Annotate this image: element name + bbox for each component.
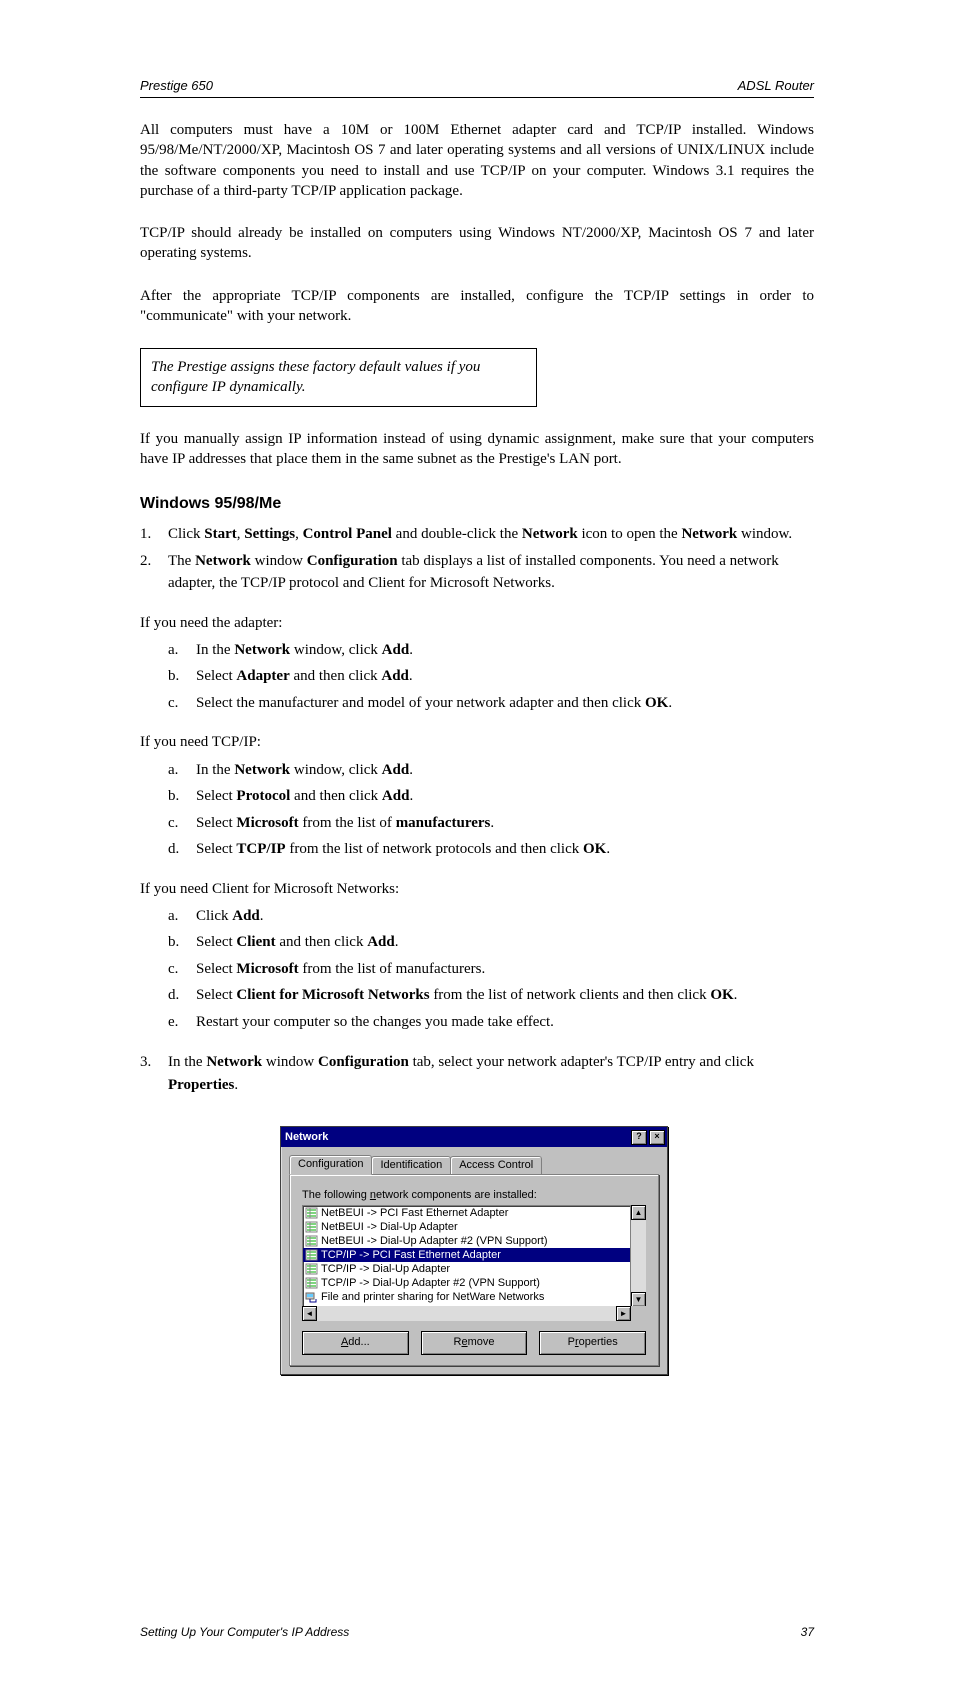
tab-configuration[interactable]: Configuration bbox=[289, 1155, 372, 1175]
sub-lead-client: If you need Client for Microsoft Network… bbox=[140, 879, 814, 899]
factory-defaults-note: The Prestige assigns these factory defau… bbox=[140, 348, 537, 407]
substeps-adapter: a.In the Network window, click Add. b.Se… bbox=[168, 639, 814, 715]
protocol-icon bbox=[305, 1263, 318, 1275]
add-button[interactable]: Add... bbox=[302, 1331, 409, 1355]
footer-page-number: 37 bbox=[801, 1625, 814, 1639]
substep-b: b.Select Client and then click Add. bbox=[168, 931, 814, 954]
scroll-down-button[interactable]: ▼ bbox=[631, 1292, 646, 1307]
list-item[interactable]: NetBEUI -> Dial-Up Adapter bbox=[303, 1220, 630, 1234]
intro-paragraph: All computers must have a 10M or 100M Et… bbox=[140, 120, 814, 201]
header-rule bbox=[140, 97, 814, 98]
list-item-label: NetBEUI -> Dial-Up Adapter #2 (VPN Suppo… bbox=[321, 1235, 548, 1247]
dialog-titlebar[interactable]: Network ? × bbox=[281, 1127, 667, 1147]
substep-e: e.Restart your computer so the changes y… bbox=[168, 1011, 814, 1034]
step-2: 2. The Network window Configuration tab … bbox=[140, 550, 814, 595]
header-right: ADSL Router bbox=[738, 78, 814, 93]
list-item[interactable]: File and printer sharing for NetWare Net… bbox=[303, 1290, 630, 1304]
share-icon bbox=[305, 1291, 318, 1303]
network-dialog: Network ? × Configuration Identification… bbox=[280, 1126, 668, 1375]
list-item-label: TCP/IP -> PCI Fast Ethernet Adapter bbox=[321, 1249, 501, 1261]
step-number: 2. bbox=[140, 550, 168, 595]
substeps-tcpip: a.In the Network window, click Add. b.Se… bbox=[168, 759, 814, 861]
list-item-label: TCP/IP -> Dial-Up Adapter bbox=[321, 1263, 450, 1275]
list-item[interactable]: TCP/IP -> Dial-Up Adapter bbox=[303, 1262, 630, 1276]
remove-button[interactable]: Remove bbox=[421, 1331, 528, 1355]
step-1: 1. Click Start, Settings, Control Panel … bbox=[140, 523, 814, 546]
help-button[interactable]: ? bbox=[631, 1130, 647, 1145]
protocol-icon bbox=[305, 1207, 318, 1219]
main-steps-continued: 3. In the Network window Configuration t… bbox=[140, 1051, 814, 1096]
dialog-title: Network bbox=[285, 1131, 629, 1143]
substep-c: c.Select the manufacturer and model of y… bbox=[168, 692, 814, 715]
vertical-scrollbar[interactable]: ▲ ▼ bbox=[631, 1205, 646, 1307]
scroll-up-button[interactable]: ▲ bbox=[631, 1205, 646, 1220]
tab-identification[interactable]: Identification bbox=[371, 1156, 451, 1174]
footer-left: Setting Up Your Computer's IP Address bbox=[140, 1625, 349, 1639]
substep-d: d.Select Client for Microsoft Networks f… bbox=[168, 984, 814, 1007]
scroll-right-button[interactable]: ► bbox=[616, 1306, 631, 1321]
step-number: 3. bbox=[140, 1051, 168, 1096]
substep-c: c.Select Microsoft from the list of manu… bbox=[168, 958, 814, 981]
list-item-label: TCP/IP -> Dial-Up Adapter #2 (VPN Suppor… bbox=[321, 1277, 540, 1289]
scroll-track[interactable] bbox=[631, 1220, 646, 1292]
scroll-corner bbox=[631, 1306, 646, 1321]
substep-a: a.Click Add. bbox=[168, 905, 814, 928]
list-item[interactable]: NetBEUI -> Dial-Up Adapter #2 (VPN Suppo… bbox=[303, 1234, 630, 1248]
close-button[interactable]: × bbox=[649, 1130, 665, 1145]
installed-components-label: The following network components are ins… bbox=[302, 1189, 646, 1201]
tab-access-control[interactable]: Access Control bbox=[450, 1156, 542, 1174]
protocol-icon bbox=[305, 1221, 318, 1233]
tcpip-note-paragraph: TCP/IP should already be installed on co… bbox=[140, 223, 814, 264]
substep-c: c.Select Microsoft from the list of manu… bbox=[168, 812, 814, 835]
running-header: Prestige 650 ADSL Router bbox=[140, 78, 814, 93]
after-note-paragraph: After the appropriate TCP/IP components … bbox=[140, 286, 814, 327]
sub-lead-adapter: If you need the adapter: bbox=[140, 613, 814, 633]
properties-button[interactable]: Properties bbox=[539, 1331, 646, 1355]
sub-lead-tcpip: If you need TCP/IP: bbox=[140, 732, 814, 752]
protocol-icon bbox=[305, 1249, 318, 1261]
configuration-panel: The following network components are ins… bbox=[289, 1174, 659, 1366]
substep-b: b.Select Protocol and then click Add. bbox=[168, 785, 814, 808]
list-item-label: NetBEUI -> PCI Fast Ethernet Adapter bbox=[321, 1207, 508, 1219]
list-item-selected[interactable]: TCP/IP -> PCI Fast Ethernet Adapter bbox=[303, 1248, 630, 1262]
protocol-icon bbox=[305, 1277, 318, 1289]
substep-d: d.Select TCP/IP from the list of network… bbox=[168, 838, 814, 861]
dialog-button-row: Add... Remove Properties bbox=[302, 1331, 646, 1355]
step-3: 3. In the Network window Configuration t… bbox=[140, 1051, 814, 1096]
substeps-client: a.Click Add. b.Select Client and then cl… bbox=[168, 905, 814, 1034]
list-item[interactable]: TCP/IP -> Dial-Up Adapter #2 (VPN Suppor… bbox=[303, 1276, 630, 1290]
page-footer: Setting Up Your Computer's IP Address 37 bbox=[140, 1625, 814, 1639]
list-item-label: File and printer sharing for NetWare Net… bbox=[321, 1291, 544, 1303]
list-item-label: NetBEUI -> Dial-Up Adapter bbox=[321, 1221, 458, 1233]
main-steps: 1. Click Start, Settings, Control Panel … bbox=[140, 523, 814, 595]
section-heading-windows9x: Windows 95/98/Me bbox=[140, 495, 814, 513]
dialog-tabs: Configuration Identification Access Cont… bbox=[281, 1147, 667, 1174]
substep-a: a.In the Network window, click Add. bbox=[168, 639, 814, 662]
scroll-left-button[interactable]: ◄ bbox=[302, 1306, 317, 1321]
protocol-icon bbox=[305, 1235, 318, 1247]
list-item[interactable]: NetBEUI -> PCI Fast Ethernet Adapter bbox=[303, 1206, 630, 1220]
substep-a: a.In the Network window, click Add. bbox=[168, 759, 814, 782]
step-number: 1. bbox=[140, 523, 168, 546]
substep-b: b.Select Adapter and then click Add. bbox=[168, 665, 814, 688]
scroll-track[interactable] bbox=[317, 1306, 616, 1321]
dhcp-paragraph: If you manually assign IP information in… bbox=[140, 429, 814, 470]
header-left: Prestige 650 bbox=[140, 78, 213, 93]
components-listbox[interactable]: NetBEUI -> PCI Fast Ethernet Adapter Net… bbox=[302, 1205, 631, 1307]
horizontal-scrollbar[interactable]: ◄ ► bbox=[302, 1306, 646, 1321]
